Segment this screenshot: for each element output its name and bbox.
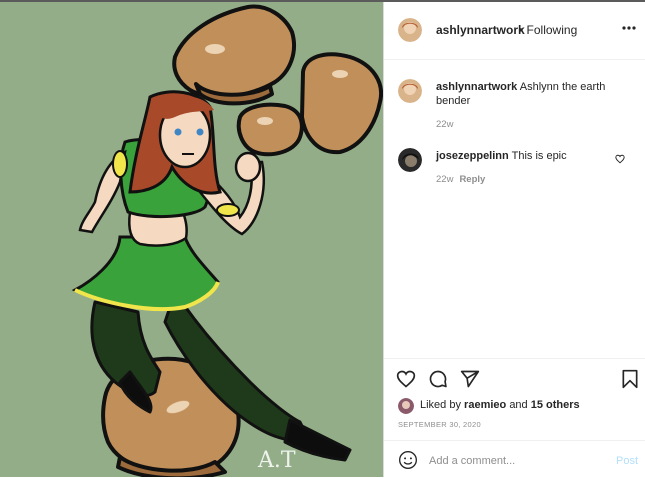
post-button[interactable]: Post: [616, 455, 638, 467]
author-avatar-image: [398, 18, 422, 42]
comment-item: josezeppelinn This is epic: [436, 149, 626, 163]
liker-avatar-image: [398, 398, 414, 414]
reply-button[interactable]: Reply: [459, 174, 485, 185]
caption-username[interactable]: ashlynnartwork: [436, 81, 517, 93]
caption-meta: 22w: [436, 119, 453, 130]
artist-signature: A.T: [257, 448, 296, 473]
post-header: ashlynnartwork • Following: [384, 2, 645, 60]
follow-status[interactable]: • Following: [519, 23, 577, 37]
comment-like-heart-icon[interactable]: [615, 154, 625, 164]
comment-composer: Add a comment... Post: [384, 440, 645, 478]
author-avatar[interactable]: [398, 18, 422, 42]
post-date[interactable]: SEPTEMBER 30, 2020: [398, 420, 481, 429]
caption-age[interactable]: 22w: [436, 119, 453, 130]
earth-bender-illustration: A.T: [71, 4, 383, 477]
liker-avatar[interactable]: [398, 398, 414, 414]
share-icon[interactable]: [460, 369, 480, 389]
comment-input[interactable]: Add a comment...: [429, 455, 515, 467]
follow-status-label: Following: [526, 23, 578, 37]
likes-others[interactable]: 15 others: [531, 399, 580, 411]
more-horizontal-icon[interactable]: [622, 26, 636, 30]
caption-avatar-image: [398, 79, 422, 103]
action-bar: [384, 358, 645, 389]
bookmark-icon[interactable]: [620, 369, 640, 389]
comment-username[interactable]: josezeppelinn: [436, 150, 509, 162]
follow-separator: •: [519, 23, 524, 37]
caption-comment: ashlynnartwork Ashlynn the earth bender: [436, 80, 626, 108]
heart-icon[interactable]: [396, 369, 416, 389]
commenter-avatar-image: [398, 148, 422, 172]
likes-middle: and: [509, 399, 528, 411]
comment-meta: 22w Reply: [436, 174, 485, 185]
emoji-icon[interactable]: [398, 450, 418, 470]
comment-age[interactable]: 22w: [436, 174, 453, 185]
post-sidebar: ashlynnartwork • Following ashlynnartwor…: [383, 2, 645, 477]
liker-username[interactable]: raemieo: [464, 399, 506, 411]
likes-summary: Liked by raemieo and 15 others: [420, 399, 580, 411]
comment-icon[interactable]: [428, 369, 448, 389]
instagram-post-view: A.T ashlynnartwork • Following ashlynnar…: [0, 0, 645, 477]
author-username[interactable]: ashlynnartwork: [436, 23, 525, 37]
comment-text: This is epic: [511, 150, 567, 162]
likes-prefix: Liked by: [420, 399, 461, 411]
commenter-avatar[interactable]: [398, 148, 422, 172]
caption-avatar[interactable]: [398, 79, 422, 103]
post-image[interactable]: A.T: [0, 2, 383, 477]
